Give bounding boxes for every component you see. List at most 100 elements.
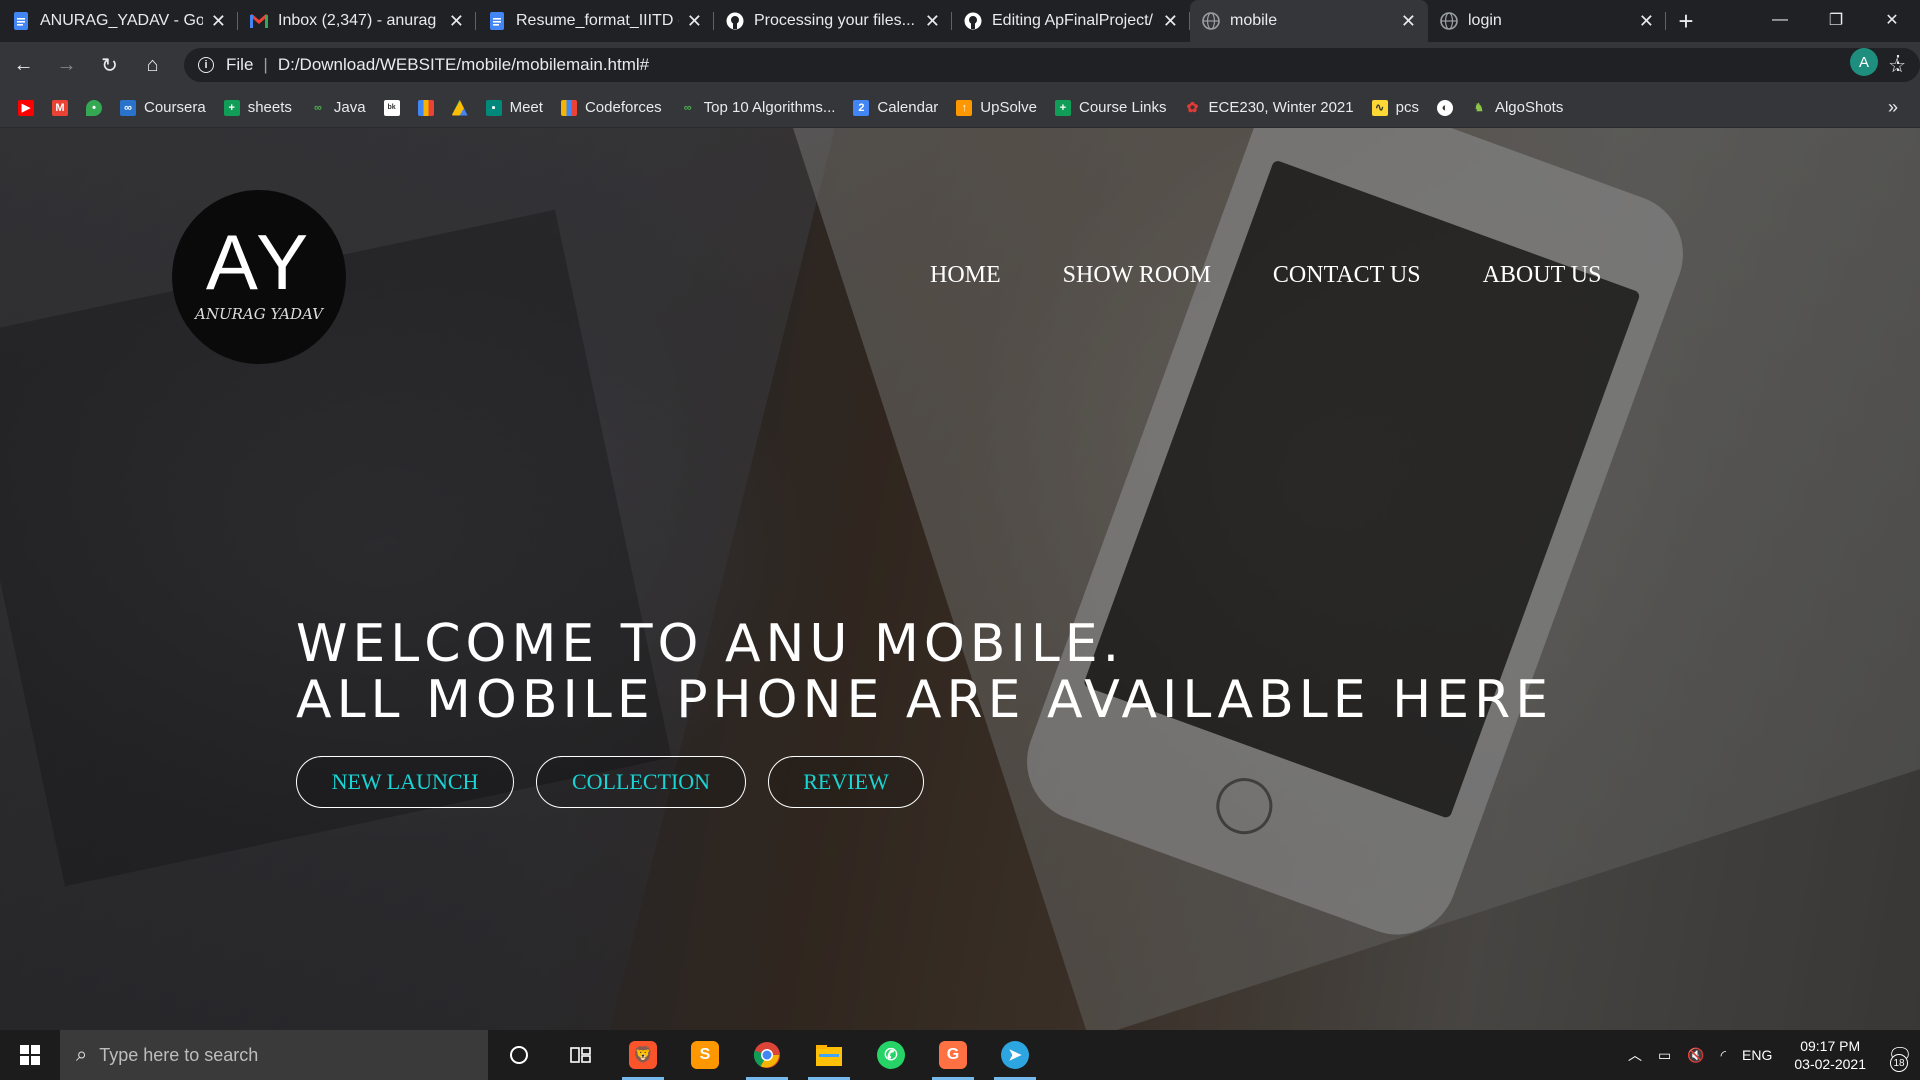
gmail-icon: M [52,99,68,116]
book-icon: bk [383,99,400,116]
tab-6[interactable]: login ✕ [1428,0,1666,42]
kebab-menu-icon[interactable]: ⋮ [1888,50,1908,75]
close-icon[interactable]: ✕ [925,11,940,32]
info-icon[interactable]: i [198,57,214,73]
browser-tab-strip: ANURAG_YADAV - Goo ✕ Inbox (2,347) - anur… [0,0,1920,42]
back-arrow-icon[interactable]: ← [4,45,43,85]
bookmark-java[interactable]: ∞ Java [310,99,366,116]
chevron-up-icon[interactable]: ︿ [1628,1045,1642,1065]
cortana-icon[interactable] [488,1030,550,1080]
bookmark-book[interactable]: bk [383,99,400,116]
google-docs-icon [488,12,506,30]
bookmark-label: Course Links [1078,99,1167,116]
bookmark-drive[interactable] [451,99,468,116]
language-indicator[interactable]: ENG [1742,1047,1772,1063]
nav-about-us[interactable]: ABOUT US [1483,262,1602,289]
bookmark-ece230[interactable]: ✿ ECE230, Winter 2021 [1185,99,1354,116]
nav-contact-us[interactable]: CONTACT US [1273,262,1421,289]
nav-show-room[interactable]: SHOW ROOM [1063,262,1211,289]
hero-buttons: NEW LAUNCH COLLECTION REVIEW [296,756,946,808]
tab-1[interactable]: Inbox (2,347) - anurag ✕ [238,0,476,42]
bookmark-youtube[interactable]: ▶ [18,99,34,116]
new-launch-button[interactable]: NEW LAUNCH [296,756,514,808]
chevron-more-icon[interactable]: » [1888,97,1898,118]
tab-title: login [1468,12,1502,29]
bookmark-algoshots[interactable]: ♞ AlgoShots [1471,99,1563,116]
tab-5-active[interactable]: mobile ✕ [1190,0,1428,42]
drive-icon [451,99,468,116]
close-icon[interactable]: ✕ [687,11,702,32]
bookmark-label: Meet [509,99,543,116]
bookmark-top10[interactable]: ∞ Top 10 Algorithms... [680,99,836,116]
reload-icon[interactable]: ↻ [90,45,129,85]
task-view-icon[interactable] [550,1030,612,1080]
tab-2[interactable]: Resume_format_IIITD (✕ [476,0,714,42]
minimize-icon[interactable]: — [1752,0,1808,40]
file-explorer-icon[interactable] [798,1030,860,1080]
forward-arrow-icon[interactable]: → [47,45,86,85]
hero-line-1: Welcome to ANU mobile. [296,614,1125,674]
bookmark-course-links[interactable]: + Course Links [1054,99,1167,116]
bookmark-label: ECE230, Winter 2021 [1208,99,1354,116]
logo-monogram: AY [205,218,313,306]
bookmark-label: AlgoShots [1494,99,1564,116]
bookmark-meet[interactable]: ▪ Meet [485,99,543,116]
bookmark-chart[interactable] [417,99,434,116]
tab-3[interactable]: Processing your files... ✕ [714,0,952,42]
chart-icon [560,99,577,116]
chrome-icon[interactable] [736,1030,798,1080]
review-button[interactable]: REVIEW [768,756,924,808]
taskbar-search-box[interactable]: ⌕ Type here to search [60,1030,488,1080]
close-icon[interactable]: ✕ [449,11,464,32]
bookmark-sheets[interactable]: + sheets [223,99,292,116]
tab-title: Processing your files... [754,12,915,29]
bookmark-coursera[interactable]: ∞ Coursera [120,99,206,116]
notification-count: 18 [1890,1054,1908,1072]
close-icon[interactable]: ✕ [1639,11,1654,32]
restore-icon[interactable]: ❐ [1808,0,1864,40]
windows-start-icon[interactable] [0,1030,60,1080]
bookmark-calendar[interactable]: 2 Calendar [853,99,938,116]
sublime-icon[interactable]: S [674,1030,736,1080]
whatsapp-icon[interactable]: ✆ [860,1030,922,1080]
notification-icon[interactable]: 🗨18 [1880,1030,1920,1080]
close-icon[interactable]: ✕ [211,11,226,32]
tab-0[interactable]: ANURAG_YADAV - Goo ✕ [0,0,238,42]
close-icon[interactable]: ✕ [1401,11,1416,32]
site-logo[interactable]: AY ANURAG YADAV [172,190,346,364]
telegram-icon[interactable]: ➤ [984,1030,1046,1080]
home-icon[interactable]: ⌂ [133,45,172,85]
bookmark-upsolve[interactable]: ↑ UpSolve [956,99,1037,116]
site-nav: HOME SHOW ROOM CONTACT US ABOUT US [930,262,1664,289]
url-text[interactable]: D:/Download/WEBSITE/mobile/mobilemain.ht… [278,55,649,75]
close-window-icon[interactable]: ✕ [1864,0,1920,40]
bookmark-pcs[interactable]: ∿ pcs [1371,99,1419,116]
speaker-muted-icon[interactable]: 🔇 [1687,1047,1704,1064]
battery-icon[interactable]: ▭ [1658,1047,1671,1064]
pdf-icon[interactable]: G [922,1030,984,1080]
flower-icon: ✿ [1186,99,1199,115]
page-viewport: AY ANURAG YADAV HOME SHOW ROOM CONTACT U… [0,128,1920,1030]
calendar-icon: 2 [853,99,870,116]
browser-toolbar: ← → ↻ ⌂ i File | D:/Download/WEBSITE/mob… [0,42,1920,88]
tab-title: Inbox (2,347) - anurag [278,12,437,29]
tab-4[interactable]: Editing ApFinalProject/ ✕ [952,0,1190,42]
close-icon[interactable]: ✕ [1163,11,1178,32]
bookmark-codeforces[interactable]: Codeforces [560,99,662,116]
github-icon [726,12,744,30]
bookmark-gmail[interactable]: M [52,99,68,116]
upsolve-icon: ↑ [956,99,973,116]
bookmark-maps[interactable]: • [86,99,102,116]
collection-button[interactable]: COLLECTION [536,756,746,808]
wifi-icon[interactable]: ◜ [1721,1047,1726,1064]
address-bar[interactable]: i File | D:/Download/WEBSITE/mobile/mobi… [184,48,1920,82]
new-tab-button[interactable]: + [1666,0,1706,42]
bookmark-label: Calendar [877,99,939,116]
bookmark-globe[interactable]: ◐ [1436,99,1453,116]
profile-avatar[interactable]: A [1850,48,1878,76]
clock[interactable]: 09:17 PM 03-02-2021 [1794,1037,1866,1073]
brave-icon[interactable]: 🦁 [612,1030,674,1080]
logo-signature: ANURAG YADAV [195,305,323,323]
nav-home[interactable]: HOME [930,262,1001,289]
search-icon: ⌕ [76,1043,88,1066]
